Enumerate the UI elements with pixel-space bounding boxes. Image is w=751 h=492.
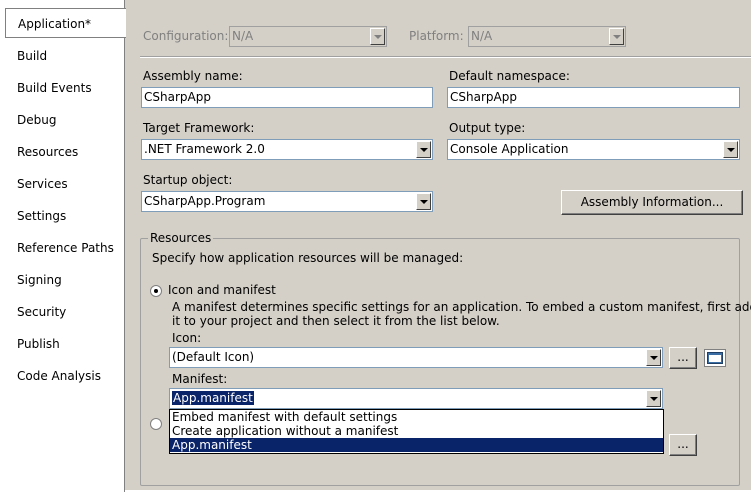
manifest-option-no-manifest[interactable]: Create application without a manifest — [170, 424, 663, 438]
startup-object-label: Startup object: — [143, 173, 233, 187]
target-framework-dropdown[interactable]: .NET Framework 2.0 — [141, 139, 433, 160]
tab-build[interactable]: Build — [17, 47, 47, 65]
default-namespace-input[interactable]: CSharpApp — [447, 87, 740, 108]
tab-application[interactable]: Application* — [5, 8, 126, 38]
tab-strip: Application* Build Build Events Debug Re… — [0, 0, 126, 492]
resources-description: Specify how application resources will b… — [152, 251, 464, 265]
manifest-dropdown-list: Embed manifest with default settings Cre… — [169, 409, 664, 454]
resources-group-title: Resources — [148, 231, 214, 245]
tab-code-analysis[interactable]: Code Analysis — [17, 367, 101, 385]
target-framework-label: Target Framework: — [143, 121, 255, 135]
platform-dropdown[interactable]: N/A — [468, 26, 626, 47]
icon-manifest-label: Icon and manifest — [168, 283, 276, 297]
chevron-down-icon — [609, 28, 624, 45]
chevron-down-icon — [646, 349, 661, 366]
chevron-down-icon — [370, 28, 385, 45]
startup-object-value: CSharpApp.Program — [144, 194, 266, 208]
manifest-dropdown[interactable]: App.manifest — [169, 388, 663, 409]
tab-services[interactable]: Services — [17, 175, 68, 193]
manifest-label: Manifest: — [172, 372, 228, 386]
application-icon-preview — [704, 349, 726, 367]
icon-browse-button[interactable]: ... — [669, 347, 697, 369]
tab-publish[interactable]: Publish — [17, 335, 60, 353]
chevron-down-icon — [416, 193, 431, 210]
assembly-information-button[interactable]: Assembly Information... — [561, 190, 743, 215]
output-type-dropdown[interactable]: Console Application — [447, 139, 740, 160]
target-framework-value: .NET Framework 2.0 — [144, 142, 265, 156]
icon-dropdown[interactable]: (Default Icon) — [169, 347, 663, 368]
configuration-label: Configuration: — [143, 29, 229, 43]
tab-settings[interactable]: Settings — [17, 207, 66, 225]
configuration-dropdown[interactable]: N/A — [229, 26, 387, 47]
output-type-value: Console Application — [450, 142, 569, 156]
tab-reference-paths[interactable]: Reference Paths — [17, 239, 114, 257]
manifest-value: App.manifest — [172, 391, 254, 405]
tab-build-events[interactable]: Build Events — [17, 79, 92, 97]
default-namespace-label: Default namespace: — [449, 69, 570, 83]
header-divider-highlight — [140, 57, 751, 58]
tab-resources[interactable]: Resources — [17, 143, 78, 161]
manifest-help-line1: A manifest determines specific settings … — [172, 300, 751, 314]
tab-debug[interactable]: Debug — [17, 111, 56, 129]
chevron-down-icon — [646, 390, 661, 407]
tab-security[interactable]: Security — [17, 303, 66, 321]
chevron-down-icon — [416, 141, 431, 158]
manifest-option-embed-default[interactable]: Embed manifest with default settings — [170, 410, 663, 424]
icon-label: Icon: — [172, 331, 202, 345]
platform-value: N/A — [471, 29, 493, 43]
tab-signing[interactable]: Signing — [17, 271, 62, 289]
manifest-option-app-manifest[interactable]: App.manifest — [170, 438, 663, 452]
assembly-name-input[interactable]: CSharpApp — [141, 87, 433, 108]
icon-manifest-radio[interactable] — [150, 285, 162, 297]
configuration-value: N/A — [232, 29, 254, 43]
icon-value: (Default Icon) — [172, 350, 255, 364]
resource-file-radio[interactable] — [150, 418, 162, 430]
manifest-help-line2: it to your project and then select it fr… — [172, 314, 500, 328]
startup-object-dropdown[interactable]: CSharpApp.Program — [141, 191, 433, 212]
assembly-name-label: Assembly name: — [143, 69, 243, 83]
output-type-label: Output type: — [449, 121, 526, 135]
chevron-down-icon — [723, 141, 738, 158]
resource-file-browse-button[interactable]: ... — [669, 434, 697, 456]
platform-label: Platform: — [409, 29, 464, 43]
